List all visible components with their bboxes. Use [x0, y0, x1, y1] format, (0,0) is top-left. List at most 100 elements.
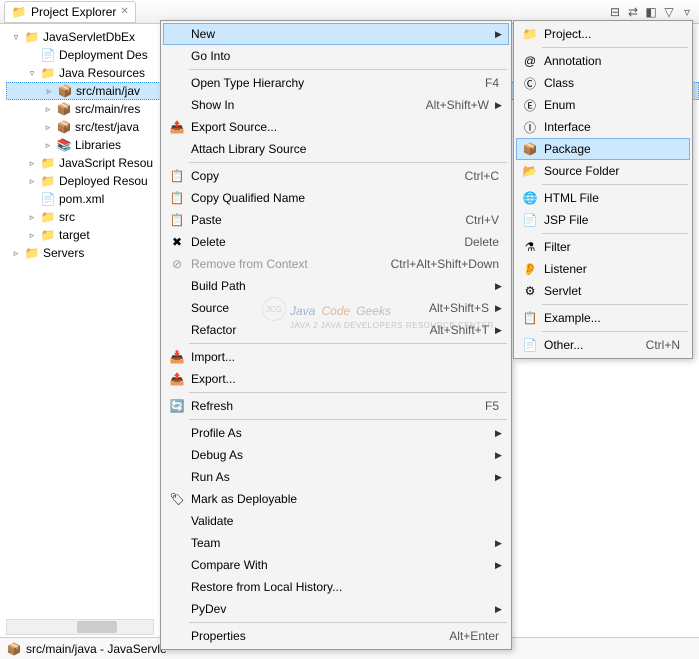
close-icon[interactable]: ✕	[120, 6, 128, 17]
expand-arrow-icon[interactable]: ▹	[27, 158, 37, 169]
menu-item-shortcut: F5	[485, 399, 505, 413]
expand-arrow-icon[interactable]: ▹	[43, 122, 53, 133]
filter-icon[interactable]: ▽	[661, 4, 677, 20]
menu-item[interactable]: 📋Example...	[516, 307, 690, 329]
menu-item-icon: 📄	[520, 338, 540, 352]
menu-item[interactable]: Show InAlt+Shift+W▶	[163, 94, 509, 116]
menu-item[interactable]: ⒾInterface	[516, 116, 690, 138]
expand-arrow-icon[interactable]: ▹	[43, 140, 53, 151]
menu-item[interactable]: 🔄RefreshF5	[163, 395, 509, 417]
tree-node-icon: 📁	[24, 245, 40, 261]
submenu-arrow-icon: ▶	[495, 428, 505, 439]
menu-item[interactable]: Attach Library Source	[163, 138, 509, 160]
expand-arrow-icon[interactable]: ▿	[27, 68, 37, 79]
menu-item-label: Annotation	[540, 54, 686, 68]
menu-item-label: PyDev	[187, 602, 495, 616]
menu-item-label: Class	[540, 76, 686, 90]
menu-item-label: Example...	[540, 311, 686, 325]
expand-arrow-icon[interactable]: ▹	[11, 248, 21, 259]
menu-item-icon: 📋	[167, 213, 187, 227]
menu-item[interactable]: RefactorAlt+Shift+T▶	[163, 319, 509, 341]
expand-arrow-icon[interactable]: ▹	[27, 176, 37, 187]
menu-item[interactable]: PyDev▶	[163, 598, 509, 620]
menu-separator	[189, 162, 507, 163]
menu-item-label: Import...	[187, 350, 505, 364]
menu-item-label: Copy Qualified Name	[187, 191, 505, 205]
horizontal-scrollbar[interactable]	[6, 619, 154, 635]
tree-node-label: JavaScript Resou	[59, 156, 153, 170]
link-editor-icon[interactable]: ⇄	[625, 4, 641, 20]
menu-item[interactable]: Compare With▶	[163, 554, 509, 576]
menu-item[interactable]: 📋PasteCtrl+V	[163, 209, 509, 231]
menu-item[interactable]: 📄Other...Ctrl+N	[516, 334, 690, 356]
tree-node-label: target	[59, 228, 90, 242]
expand-arrow-icon[interactable]: ▹	[43, 104, 53, 115]
menu-item[interactable]: 🌐HTML File	[516, 187, 690, 209]
menu-item-label: Refresh	[187, 399, 485, 413]
menu-item[interactable]: ✖DeleteDelete	[163, 231, 509, 253]
expand-arrow-icon[interactable]: ▹	[44, 86, 54, 97]
menu-item[interactable]: SourceAlt+Shift+S▶	[163, 297, 509, 319]
project-explorer-tab[interactable]: 📁 Project Explorer ✕	[4, 1, 136, 23]
menu-item[interactable]: PropertiesAlt+Enter	[163, 625, 509, 647]
tree-node-icon: 📦	[56, 119, 72, 135]
scrollbar-thumb[interactable]	[77, 621, 117, 633]
menu-item-label: Delete	[187, 235, 464, 249]
menu-item[interactable]: ⚗Filter	[516, 236, 690, 258]
menu-item[interactable]: Profile As▶	[163, 422, 509, 444]
new-submenu[interactable]: 📁Project... @AnnotationⒸClassⒺEnumⒾInterf…	[513, 20, 693, 359]
menu-item[interactable]: ⒺEnum	[516, 94, 690, 116]
menu-item[interactable]: 📦Package	[516, 138, 690, 160]
menu-item[interactable]: 📤Export...	[163, 368, 509, 390]
menu-item[interactable]: 📂Source Folder	[516, 160, 690, 182]
menu-item-label: Export Source...	[187, 120, 505, 134]
menu-item[interactable]: 🏷Mark as Deployable	[163, 488, 509, 510]
menu-separator	[189, 622, 507, 623]
tree-node-icon: 📁	[40, 173, 56, 189]
menu-item-icon: 📋	[167, 191, 187, 205]
menu-item[interactable]: 📤Export Source...	[163, 116, 509, 138]
menu-item-icon: 🏷	[167, 492, 187, 506]
tree-node-label: src/main/res	[75, 102, 140, 116]
menu-item[interactable]: Build Path▶	[163, 275, 509, 297]
menu-item-label: Open Type Hierarchy	[187, 76, 485, 90]
menu-item[interactable]: 📄JSP File	[516, 209, 690, 231]
menu-item-shortcut: Ctrl+V	[465, 213, 505, 227]
expand-arrow-icon[interactable]: ▹	[27, 230, 37, 241]
menu-separator	[542, 47, 688, 48]
menu-item-label: Debug As	[187, 448, 495, 462]
menu-item[interactable]: 👂Listener	[516, 258, 690, 280]
menu-item[interactable]: Validate	[163, 510, 509, 532]
menu-item[interactable]: Run As▶	[163, 466, 509, 488]
menu-item-icon: 🔄	[167, 399, 187, 413]
menu-item-label: Profile As	[187, 426, 495, 440]
menu-item[interactable]: ⚙Servlet	[516, 280, 690, 302]
menu-item-label: Filter	[540, 240, 686, 254]
menu-item[interactable]: 📋Copy Qualified Name	[163, 187, 509, 209]
expand-arrow-icon[interactable]: ▹	[27, 212, 37, 223]
menu-item[interactable]: 📋CopyCtrl+C	[163, 165, 509, 187]
menu-item[interactable]: Debug As▶	[163, 444, 509, 466]
menu-item[interactable]: New▶	[163, 23, 509, 45]
tree-node-label: JavaServletDbEx	[43, 30, 135, 44]
menu-item-shortcut: Alt+Shift+T	[430, 323, 495, 337]
context-menu[interactable]: New▶Go Into Open Type HierarchyF4Show InA…	[160, 20, 512, 650]
menu-item[interactable]: 📥Import...	[163, 346, 509, 368]
focus-icon[interactable]: ◧	[643, 4, 659, 20]
menu-item[interactable]: Open Type HierarchyF4	[163, 72, 509, 94]
menu-item[interactable]: ⒸClass	[516, 72, 690, 94]
menu-item[interactable]: Go Into	[163, 45, 509, 67]
menu-item[interactable]: 📁Project...	[516, 23, 690, 45]
collapse-all-icon[interactable]: ⊟	[607, 4, 623, 20]
project-explorer-icon: 📁	[11, 4, 27, 20]
menu-item[interactable]: Team▶	[163, 532, 509, 554]
tree-node-label: src/test/java	[75, 120, 139, 134]
menu-icon[interactable]: ▿	[679, 4, 695, 20]
submenu-arrow-icon: ▶	[495, 538, 505, 549]
submenu-arrow-icon: ▶	[495, 450, 505, 461]
expand-arrow-icon[interactable]: ▿	[11, 32, 21, 43]
menu-item[interactable]: Restore from Local History...	[163, 576, 509, 598]
menu-item-label: Run As	[187, 470, 495, 484]
menu-item-label: Compare With	[187, 558, 495, 572]
menu-item[interactable]: @Annotation	[516, 50, 690, 72]
